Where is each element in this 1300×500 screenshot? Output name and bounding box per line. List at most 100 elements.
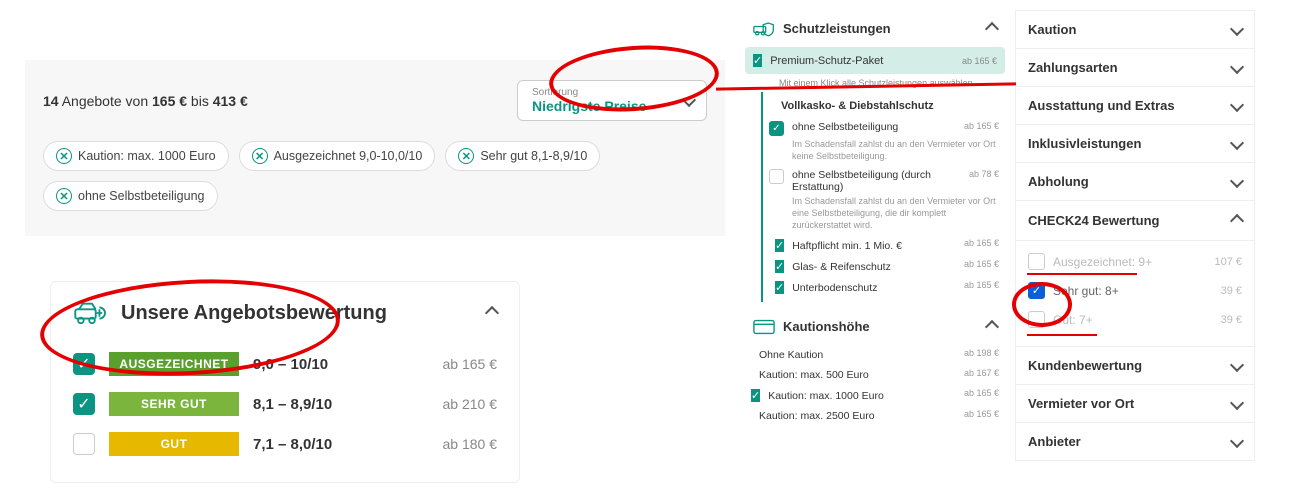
accordion-body: Ausgezeichnet: 9+ 107 €✓ Sehr gut: 8+ 39… <box>1016 241 1254 347</box>
option-description: Im Schadensfall zahlst du an den Vermiet… <box>769 196 1005 235</box>
checkbox[interactable]: ✓ <box>775 260 784 273</box>
close-icon[interactable]: ✕ <box>458 148 474 164</box>
accordion-header[interactable]: Ausstattung und Extras <box>1016 87 1254 125</box>
accordion-header[interactable]: CHECK24 Bewertung <box>1016 201 1254 241</box>
rating-row[interactable]: ✓ SEHR GUT 8,1 – 8,9/10 ab 210 € <box>73 384 497 424</box>
filter-option[interactable]: Kaution: max. 500 Euro ab 167 € <box>745 365 1005 385</box>
close-icon[interactable]: ✕ <box>56 148 72 164</box>
checkbox[interactable]: ✓ <box>775 239 784 252</box>
rating-badge: SEHR GUT <box>109 392 239 416</box>
premium-label: Premium-Schutz-Paket <box>770 55 883 67</box>
filter-chip[interactable]: ✕ Ausgezeichnet 9,0-10,0/10 <box>239 141 436 171</box>
chevron-up-icon <box>987 318 997 335</box>
close-icon[interactable]: ✕ <box>252 148 268 164</box>
option-price: ab 198 € <box>964 348 999 358</box>
rating-filter-row[interactable]: Ausgezeichnet: 9+ 107 € <box>1028 247 1242 276</box>
premium-helper-text: Mit einem Klick alle Schutzleistungen au… <box>745 74 1005 92</box>
rating-badge: AUSGEZEICHNET <box>109 352 239 376</box>
filter-chip[interactable]: ✕Sehr gut 8,1-8,9/10 <box>445 141 600 171</box>
rating-panel-title: Unsere Angebotsbewertung <box>121 302 387 325</box>
rating-row[interactable]: ✓ AUSGEZEICHNET 9,0 – 10/10 ab 165 € <box>73 344 497 384</box>
filter-option[interactable]: ohne Selbstbeteiligung (durch Erstattung… <box>769 166 1005 196</box>
option-price: ab 78 € <box>969 169 999 179</box>
rating-filter-row[interactable]: ✓ Sehr gut: 8+ 39 € <box>1028 276 1242 305</box>
checkbox[interactable] <box>1028 253 1045 270</box>
filter-option[interactable]: ✓ ohne Selbstbeteiligung ab 165 € <box>769 118 1005 139</box>
card-icon <box>753 319 775 335</box>
chevron-down-icon <box>1232 98 1242 113</box>
rating-filter-price: 107 € <box>1214 256 1242 268</box>
accordion-header[interactable]: Kaution <box>1016 11 1254 49</box>
chevron-down-icon <box>1232 136 1242 151</box>
checkbox[interactable]: ✓ <box>751 389 760 402</box>
rating-filter-price: 39 € <box>1221 314 1242 326</box>
filter-chip[interactable]: ✕Kaution: max. 1000 Euro <box>43 141 229 171</box>
rating-panel-header[interactable]: Unsere Angebotsbewertung <box>73 300 497 326</box>
rating-row[interactable]: GUT 7,1 – 8,0/10 ab 180 € <box>73 424 497 464</box>
close-icon[interactable]: ✕ <box>56 188 72 204</box>
active-filter-chips: ✕Kaution: max. 1000 Euro✕Ausgezeichnet 9… <box>25 141 725 236</box>
checkbox[interactable]: ✓ <box>775 281 784 294</box>
rating-filter-label: Gut: 7+ <box>1053 313 1093 327</box>
filter-chip[interactable]: ✕ohne Selbstbeteiligung <box>43 181 218 211</box>
checkbox[interactable]: ✓ <box>73 393 95 415</box>
filter-option[interactable]: ✓ Haftpflicht min. 1 Mio. € ab 165 € <box>769 235 1005 256</box>
chip-label: Ausgezeichnet 9,0-10,0/10 <box>274 149 423 163</box>
accordion-label: Abholung <box>1028 174 1089 189</box>
option-price: ab 165 € <box>964 259 999 269</box>
chevron-down-icon <box>1232 22 1242 37</box>
rating-range: 9,0 – 10/10 <box>253 356 353 373</box>
offer-count-text: 14 Angebote von 165 € bis 413 € <box>43 93 248 109</box>
sort-label: Sortierung <box>532 87 692 98</box>
chevron-up-icon <box>1232 212 1242 229</box>
chevron-down-icon <box>684 92 694 110</box>
accordion-header[interactable]: Zahlungsarten <box>1016 49 1254 87</box>
filter-option[interactable]: ✓ Glas- & Reifenschutz ab 165 € <box>769 256 1005 277</box>
vollkasko-title: Vollkasko- & Diebstahlschutz <box>769 96 1005 118</box>
price-from: ab 180 € <box>443 436 498 452</box>
results-header: 14 Angebote von 165 € bis 413 € Sortieru… <box>25 60 725 141</box>
price-from: ab 165 € <box>443 356 498 372</box>
filter-option[interactable]: Kaution: max. 2500 Euro ab 165 € <box>745 406 1005 426</box>
premium-price: ab 165 € <box>962 56 997 66</box>
rating-range: 8,1 – 8,9/10 <box>253 396 353 413</box>
checkbox[interactable]: ✓ <box>1028 282 1045 299</box>
checkbox-premium[interactable]: ✓ <box>753 54 762 67</box>
checkbox[interactable]: ✓ <box>73 353 95 375</box>
checkbox[interactable] <box>73 433 95 455</box>
accordion-label: Anbieter <box>1028 434 1081 449</box>
chevron-up-icon <box>987 20 997 37</box>
accordion-header[interactable]: Inklusivleistungen <box>1016 125 1254 163</box>
sort-value: Niedrigste Preise <box>532 98 692 114</box>
rating-filter-row[interactable]: Gut: 7+ 39 € <box>1028 305 1242 334</box>
accordion-header[interactable]: Vermieter vor Ort <box>1016 385 1254 423</box>
accordion-label: Kundenbewertung <box>1028 358 1142 373</box>
results-panel: 14 Angebote von 165 € bis 413 € Sortieru… <box>25 60 725 483</box>
rating-filter-price: 39 € <box>1221 285 1242 297</box>
chevron-down-icon <box>1232 396 1242 411</box>
checkbox[interactable] <box>1028 311 1045 328</box>
shield-car-icon <box>753 21 775 37</box>
accordion-header[interactable]: Kundenbewertung <box>1016 347 1254 385</box>
rating-panel: Unsere Angebotsbewertung ✓ AUSGEZEICHNET… <box>50 281 520 483</box>
accordion-label: Vermieter vor Ort <box>1028 396 1134 411</box>
checkbox[interactable] <box>769 169 784 184</box>
filter-option[interactable]: ✓ Kaution: max. 1000 Euro ab 165 € <box>745 385 1005 406</box>
filter-option[interactable]: ✓ Unterbodenschutz ab 165 € <box>769 277 1005 298</box>
accordion-header[interactable]: Abholung <box>1016 163 1254 201</box>
filter-accordion: Kaution ZahlungsartenAusstattung und Extr… <box>1015 10 1255 461</box>
chevron-down-icon <box>1232 60 1242 75</box>
kaution-header[interactable]: Kautionshöhe <box>745 308 1005 345</box>
option-price: ab 167 € <box>964 368 999 378</box>
rating-filter-label: Sehr gut: 8+ <box>1053 284 1119 298</box>
chevron-down-icon <box>1232 174 1242 189</box>
premium-package-row[interactable]: ✓ Premium-Schutz-Paket ab 165 € <box>745 47 1005 74</box>
schutz-header[interactable]: Schutzleistungen <box>745 10 1005 47</box>
sort-dropdown[interactable]: Sortierung Niedrigste Preise <box>517 80 707 121</box>
accordion-header[interactable]: Anbieter <box>1016 423 1254 460</box>
checkbox[interactable]: ✓ <box>769 121 784 136</box>
filter-option[interactable]: Ohne Kaution ab 198 € <box>745 345 1005 365</box>
accordion-label: Kaution <box>1028 22 1076 37</box>
price-from: ab 210 € <box>443 396 498 412</box>
chevron-up-icon <box>487 304 497 323</box>
